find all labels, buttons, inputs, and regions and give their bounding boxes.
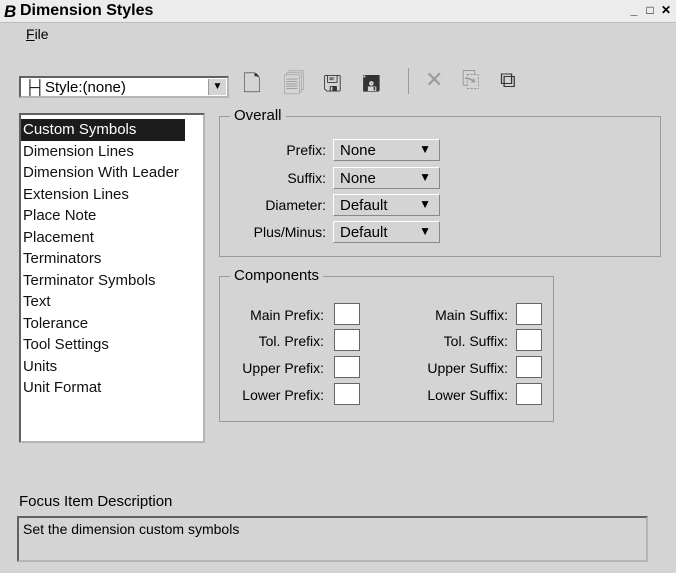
delete-icon[interactable]: ✕: [425, 67, 443, 93]
main-suffix-label: Main Suffix:: [435, 307, 508, 323]
diameter-select[interactable]: Default ▼: [333, 194, 440, 216]
list-item-unit-format[interactable]: Unit Format: [21, 377, 203, 399]
plusminus-select-value: Default: [340, 224, 388, 241]
list-item-tolerance[interactable]: Tolerance: [21, 313, 203, 335]
list-item-units[interactable]: Units: [21, 356, 203, 378]
style-selector-value: Style:(none): [45, 79, 126, 96]
main-prefix-label: Main Prefix:: [250, 307, 324, 323]
main-suffix-field[interactable]: [516, 303, 542, 325]
list-item-text[interactable]: Text: [21, 291, 203, 313]
diameter-select-value: Default: [340, 197, 388, 214]
components-group-title: Components: [230, 267, 324, 284]
prefix-select-value: None: [340, 142, 376, 159]
components-group: Components Main Prefix: Main Suffix: Tol…: [219, 267, 554, 422]
lower-prefix-label: Lower Prefix:: [242, 387, 324, 403]
save-as-icon[interactable]: 🖪: [362, 67, 381, 105]
list-item-custom-symbols[interactable]: Custom Symbols: [21, 119, 185, 141]
lower-suffix-field[interactable]: [516, 383, 542, 405]
reset-icon[interactable]: ⎘: [462, 67, 480, 93]
toolbar-separator: [408, 68, 409, 94]
window-title: Dimension Styles: [20, 2, 154, 19]
upper-suffix-field[interactable]: [516, 356, 542, 378]
list-item-terminators[interactable]: Terminators: [21, 248, 203, 270]
bentley-b-icon: B: [4, 2, 17, 21]
chevron-down-icon: ▼: [419, 224, 431, 238]
tol-prefix-label: Tol. Prefix:: [258, 333, 324, 349]
open-style-icon[interactable]: 🗐: [283, 67, 305, 105]
list-item-extension-lines[interactable]: Extension Lines: [21, 184, 203, 206]
category-list[interactable]: Custom Symbols Dimension Lines Dimension…: [19, 113, 205, 443]
lower-suffix-label: Lower Suffix:: [427, 387, 508, 403]
plusminus-label: Plus/Minus:: [253, 224, 326, 240]
close-button[interactable]: ✕: [658, 3, 674, 18]
overall-group-title: Overall: [230, 107, 286, 124]
new-style-icon[interactable]: 🗋: [243, 67, 261, 105]
list-item-place-note[interactable]: Place Note: [21, 205, 203, 227]
list-item-placement[interactable]: Placement: [21, 227, 203, 249]
chevron-down-icon: ▼: [419, 170, 431, 184]
upper-suffix-label: Upper Suffix:: [427, 360, 508, 376]
suffix-select-value: None: [340, 170, 376, 187]
list-item-dimension-with-leader[interactable]: Dimension With Leader: [21, 162, 203, 184]
chevron-down-icon: ▼: [419, 142, 431, 156]
focus-item-description-text: Set the dimension custom symbols: [23, 521, 240, 537]
diameter-label: Diameter:: [265, 197, 326, 213]
title-bar: B Dimension Styles _ □ ✕: [0, 0, 676, 23]
prefix-select[interactable]: None ▼: [333, 139, 440, 161]
style-selector[interactable]: ├┤ Style:(none) ▼: [19, 76, 229, 98]
list-item-tool-settings[interactable]: Tool Settings: [21, 334, 203, 356]
minimize-button[interactable]: _: [626, 3, 642, 18]
plusminus-select[interactable]: Default ▼: [333, 221, 440, 243]
save-icon[interactable]: 🖫: [323, 67, 342, 105]
upper-prefix-label: Upper Prefix:: [242, 360, 324, 376]
list-item-dimension-lines[interactable]: Dimension Lines: [21, 141, 203, 163]
chevron-down-icon[interactable]: ▼: [208, 79, 226, 95]
suffix-label: Suffix:: [287, 170, 326, 186]
tol-suffix-field[interactable]: [516, 329, 542, 351]
chevron-down-icon: ▼: [419, 197, 431, 211]
prefix-label: Prefix:: [286, 142, 326, 158]
menu-file[interactable]: File: [26, 26, 49, 42]
list-item-terminator-symbols[interactable]: Terminator Symbols: [21, 270, 203, 292]
compare-icon[interactable]: ⧉: [500, 67, 516, 93]
overall-group: Overall Prefix: None ▼ Suffix: None ▼ Di…: [219, 107, 661, 257]
suffix-select[interactable]: None ▼: [333, 167, 440, 189]
tol-suffix-label: Tol. Suffix:: [443, 333, 508, 349]
dimension-style-icon: ├┤: [25, 79, 45, 95]
menu-bar: File: [0, 23, 676, 47]
focus-item-description: Set the dimension custom symbols: [17, 516, 648, 562]
focus-item-label: Focus Item Description: [19, 493, 173, 510]
maximize-button[interactable]: □: [642, 3, 658, 18]
